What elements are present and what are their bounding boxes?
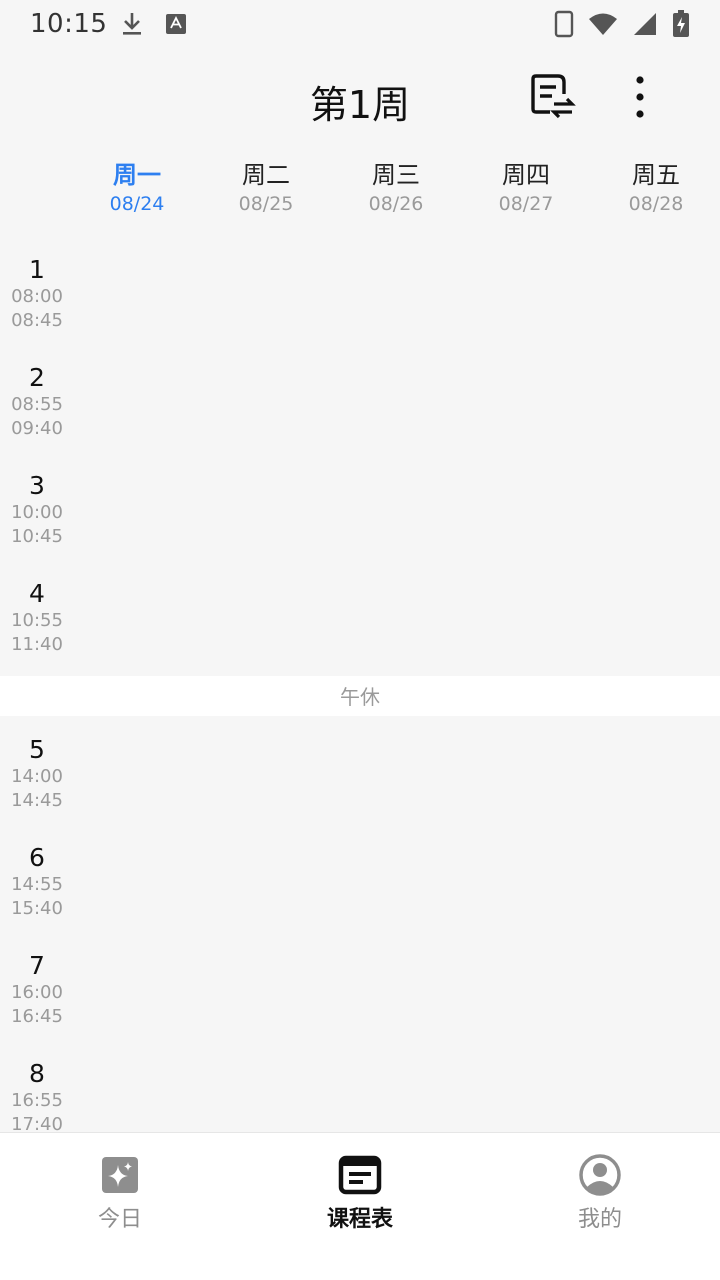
period-number: 5 (29, 735, 45, 764)
day-date: 08/27 (498, 193, 554, 215)
schedule-icon (338, 1155, 382, 1195)
period-3: 3 10:00 10:45 (0, 471, 74, 549)
period-start: 14:55 (11, 874, 63, 895)
nav-label: 今日 (97, 1207, 142, 1232)
period-start: 10:00 (11, 502, 63, 523)
status-right-icons (554, 10, 690, 38)
nav-today[interactable]: 今日 (40, 1153, 200, 1235)
day-date: 08/28 (628, 193, 684, 215)
day-friday[interactable]: 周五 08/28 (606, 160, 706, 218)
page-title: 第1周 (309, 83, 411, 127)
period-end: 09:40 (11, 418, 63, 439)
nav-label: 课程表 (326, 1207, 393, 1232)
period-end: 08:45 (11, 310, 63, 331)
nav-schedule[interactable]: 课程表 (280, 1153, 440, 1235)
period-7: 7 16:00 16:45 (0, 951, 74, 1029)
period-start: 14:00 (11, 766, 63, 787)
day-date: 08/26 (368, 193, 424, 215)
period-number: 7 (29, 951, 45, 980)
period-2: 2 08:55 09:40 (0, 363, 74, 441)
period-start: 10:55 (11, 610, 63, 631)
period-start: 16:00 (11, 982, 63, 1003)
period-5: 5 14:00 14:45 (0, 735, 74, 813)
battery-charging-icon (672, 10, 690, 38)
day-name: 周五 (632, 161, 680, 189)
nav-profile[interactable]: 我的 (520, 1153, 680, 1235)
period-8: 8 16:55 17:40 (0, 1059, 74, 1137)
bottom-navigation: 今日 课程表 我的 (0, 1132, 720, 1280)
period-6: 6 14:55 15:40 (0, 843, 74, 921)
download-icon (121, 11, 143, 37)
wifi-icon (588, 12, 618, 36)
period-number: 1 (29, 255, 45, 284)
period-start: 16:55 (11, 1090, 63, 1111)
nav-label: 我的 (577, 1207, 622, 1232)
period-end: 14:45 (11, 790, 63, 811)
day-date: 08/24 (109, 193, 165, 215)
day-name: 周二 (242, 161, 290, 189)
period-number: 2 (29, 363, 45, 392)
day-wednesday[interactable]: 周三 08/26 (346, 160, 446, 218)
period-number: 6 (29, 843, 45, 872)
sparkle-icon (102, 1157, 138, 1193)
more-vert-icon[interactable] (620, 74, 660, 120)
phone-icon (554, 10, 574, 38)
status-bar: 10:15 (0, 0, 720, 48)
period-number: 8 (29, 1059, 45, 1088)
day-date: 08/25 (238, 193, 294, 215)
period-1: 1 08:00 08:45 (0, 255, 74, 333)
period-end: 16:45 (11, 1006, 63, 1027)
period-4: 4 10:55 11:40 (0, 579, 74, 657)
day-thursday[interactable]: 周四 08/27 (476, 160, 576, 218)
keyboard-a-icon (165, 13, 187, 35)
switch-schedule-icon[interactable] (528, 72, 576, 120)
status-time: 10:15 (30, 9, 108, 39)
cellular-signal-icon (632, 12, 658, 36)
day-tuesday[interactable]: 周二 08/25 (216, 160, 316, 218)
lunch-break-bar: 午休 (0, 676, 720, 716)
period-end: 15:40 (11, 898, 63, 919)
period-number: 3 (29, 471, 45, 500)
day-name: 周一 (113, 161, 161, 189)
period-end: 10:45 (11, 526, 63, 547)
day-name: 周三 (372, 161, 420, 189)
period-end: 11:40 (11, 634, 63, 655)
period-start: 08:00 (11, 286, 63, 307)
week-header: 周一 08/24 周二 08/25 周三 08/26 周四 08/27 周五 0… (0, 160, 720, 230)
period-number: 4 (29, 579, 45, 608)
day-name: 周四 (502, 161, 550, 189)
profile-icon (579, 1154, 621, 1196)
status-left-icons (121, 11, 187, 37)
app-header: 第1周 (0, 48, 720, 152)
day-monday[interactable]: 周一 08/24 (87, 160, 187, 218)
period-start: 08:55 (11, 394, 63, 415)
